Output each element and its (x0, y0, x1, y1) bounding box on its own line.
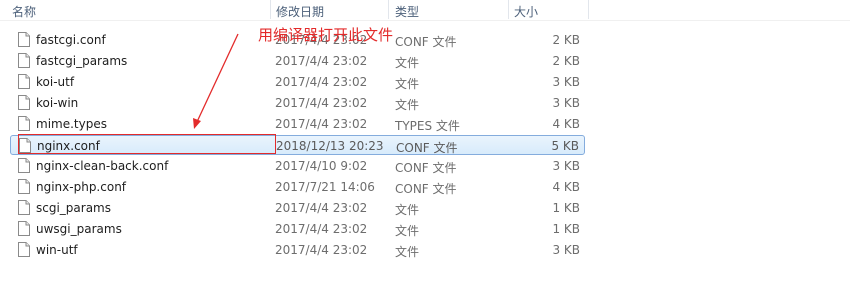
file-type: 文件 (395, 77, 420, 91)
file-type: 文件 (395, 98, 420, 112)
file-size: 4 KB (552, 117, 580, 131)
file-modified-date: 2017/4/4 23:02 (275, 54, 368, 68)
file-modified-date: 2017/4/4 23:02 (275, 201, 368, 215)
file-name: mime.types (36, 117, 107, 131)
file-type: 文件 (395, 224, 420, 238)
file-name: uwsgi_params (36, 222, 122, 236)
column-divider[interactable] (388, 0, 389, 19)
file-name: nginx-php.conf (36, 180, 127, 194)
highlight-box (18, 134, 276, 154)
file-modified-date: 2017/4/10 9:02 (275, 159, 368, 173)
file-name: scgi_params (36, 201, 111, 215)
file-icon (18, 74, 30, 89)
file-size: 2 KB (552, 33, 580, 47)
file-icon (18, 32, 30, 47)
file-row[interactable]: koi-win 2017/4/4 23:02 文件 3 KB (10, 93, 585, 113)
file-size: 1 KB (552, 222, 580, 236)
file-modified-date: 2017/4/4 23:02 (275, 75, 368, 89)
column-header-name[interactable]: 名称 (12, 3, 36, 20)
file-type: CONF 文件 (395, 182, 457, 196)
file-name: nginx-clean-back.conf (36, 159, 169, 173)
file-row[interactable]: mime.types 2017/4/4 23:02 TYPES 文件 4 KB (10, 114, 585, 134)
file-modified-date: 2017/4/4 23:02 (275, 117, 368, 131)
file-size: 1 KB (552, 201, 580, 215)
file-icon (18, 221, 30, 236)
file-type: 文件 (395, 56, 420, 70)
file-icon (18, 53, 30, 68)
file-row[interactable]: nginx-php.conf 2017/7/21 14:06 CONF 文件 4 KB (10, 177, 585, 197)
file-modified-date: 2017/4/4 23:02 (275, 243, 368, 257)
file-row[interactable]: win-utf 2017/4/4 23:02 文件 3 KB (10, 240, 585, 260)
file-type: 文件 (395, 245, 420, 259)
file-row[interactable]: koi-utf 2017/4/4 23:02 文件 3 KB (10, 72, 585, 92)
file-row[interactable]: fastcgi_params 2017/4/4 23:02 文件 2 KB (10, 51, 585, 71)
annotation-text: 用编译器打开此文件 (258, 26, 394, 44)
file-icon (18, 95, 30, 110)
file-type: 文件 (395, 203, 420, 217)
file-modified-date: 2017/7/21 14:06 (275, 180, 375, 194)
file-size: 5 KB (551, 139, 579, 153)
file-type: TYPES 文件 (395, 119, 460, 133)
column-divider[interactable] (588, 0, 589, 19)
file-size: 3 KB (552, 243, 580, 257)
file-name: fastcgi.conf (36, 33, 106, 47)
file-icon (18, 158, 30, 173)
file-modified-date: 2018/12/13 20:23 (276, 139, 384, 153)
file-row[interactable]: scgi_params 2017/4/4 23:02 文件 1 KB (10, 198, 585, 218)
file-size: 3 KB (552, 159, 580, 173)
file-type: CONF 文件 (395, 161, 457, 175)
file-icon (18, 242, 30, 257)
column-divider[interactable] (270, 0, 271, 19)
file-size: 3 KB (552, 75, 580, 89)
file-modified-date: 2017/4/4 23:02 (275, 96, 368, 110)
file-size: 3 KB (552, 96, 580, 110)
column-header-bar: 名称 修改日期 类型 大小 (0, 0, 850, 22)
column-header-size[interactable]: 大小 (514, 3, 538, 20)
file-size: 2 KB (552, 54, 580, 68)
file-row[interactable]: nginx-clean-back.conf 2017/4/10 9:02 CONF … (10, 156, 585, 176)
file-name: koi-utf (36, 75, 75, 89)
file-icon (18, 116, 30, 131)
file-type: CONF 文件 (395, 35, 457, 49)
file-icon (18, 200, 30, 215)
file-name: fastcgi_params (36, 54, 128, 68)
column-header-type[interactable]: 类型 (395, 3, 419, 20)
file-modified-date: 2017/4/4 23:02 (275, 222, 368, 236)
file-name: win-utf (36, 243, 78, 257)
column-header-date[interactable]: 修改日期 (276, 3, 324, 20)
file-name: koi-win (36, 96, 79, 110)
file-size: 4 KB (552, 180, 580, 194)
column-divider[interactable] (508, 0, 509, 19)
file-icon (18, 179, 30, 194)
file-row[interactable]: uwsgi_params 2017/4/4 23:02 文件 1 KB (10, 219, 585, 239)
header-underline (0, 20, 850, 21)
file-type: CONF 文件 (396, 141, 458, 155)
